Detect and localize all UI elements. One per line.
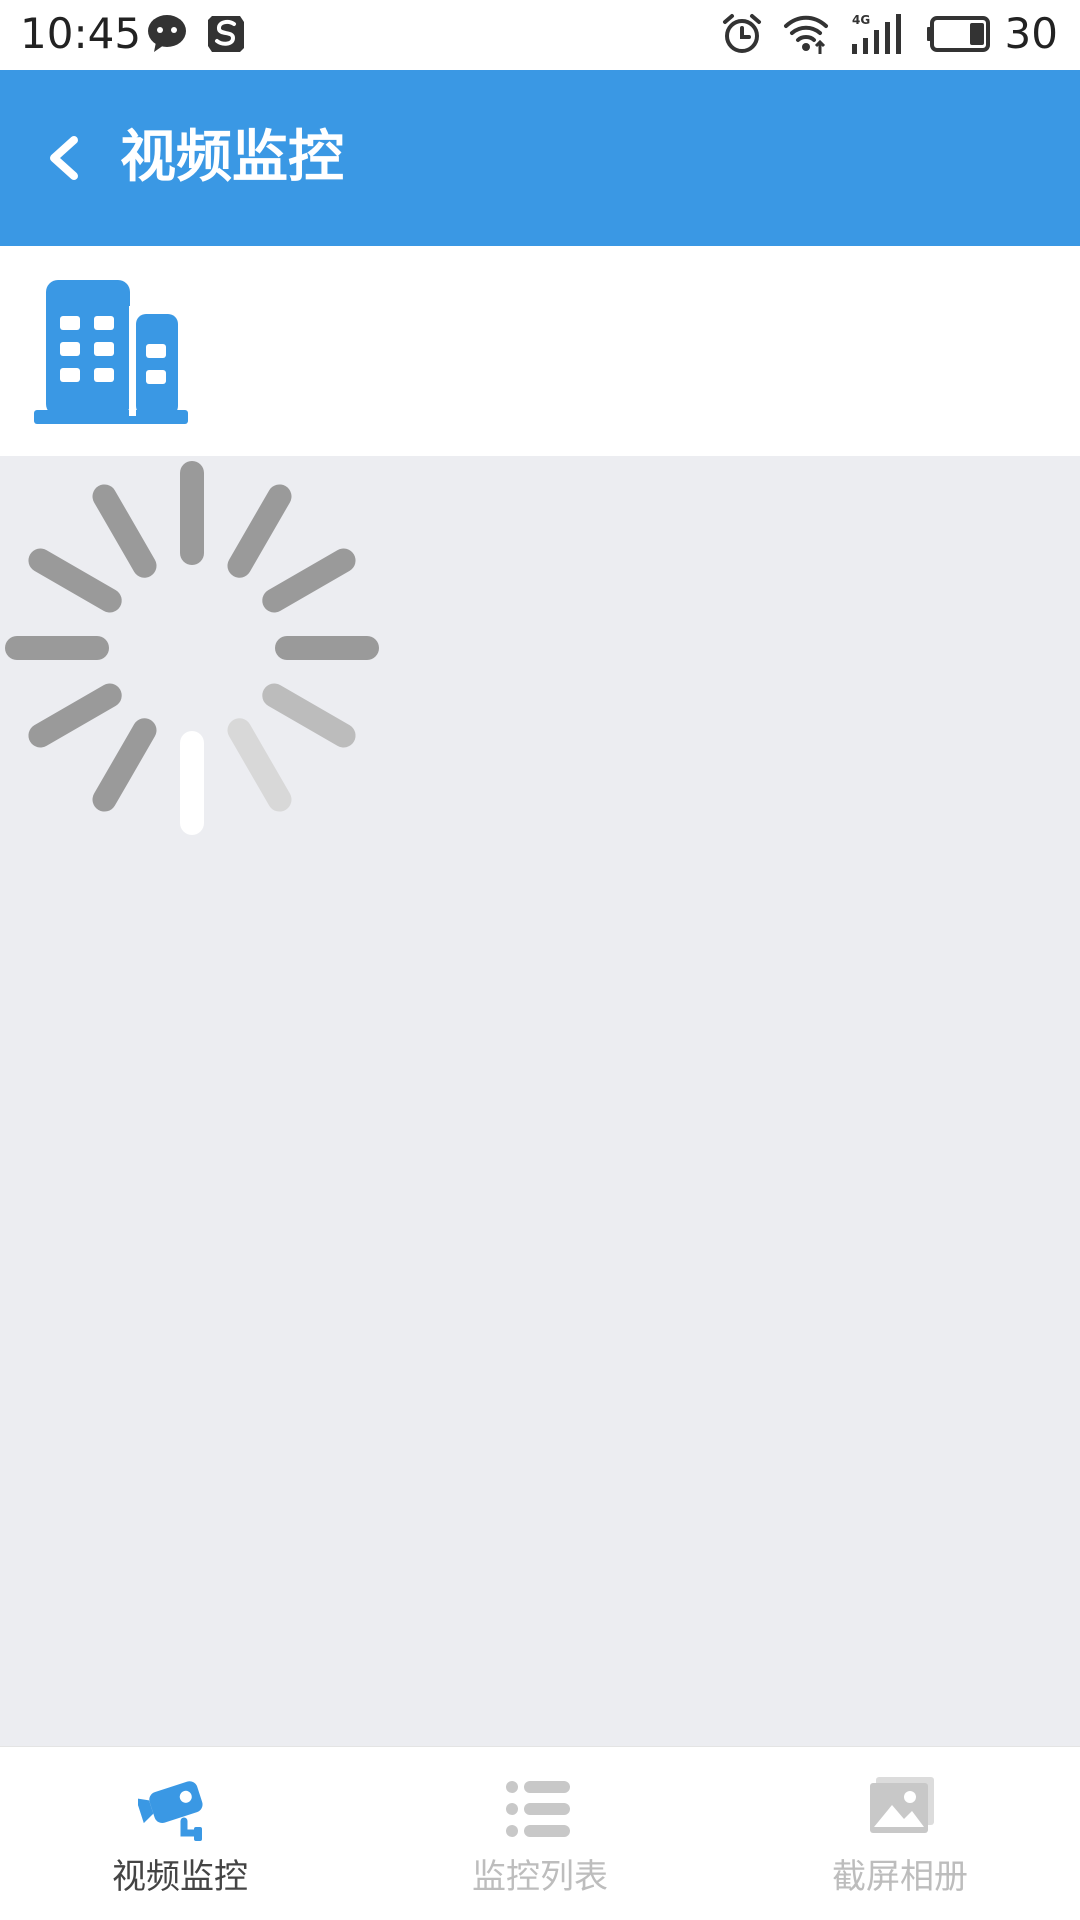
wifi-icon: [784, 15, 828, 54]
page-title: 视频监控: [120, 125, 344, 190]
tab-label: 截屏相册: [832, 1857, 968, 1897]
sogou-icon: [208, 16, 244, 52]
status-bar: 10:45 4G 30: [0, 0, 1080, 70]
loading-spinner-icon: [5, 461, 379, 835]
chevron-left-icon: [50, 136, 78, 180]
svg-text:4G: 4G: [852, 13, 870, 27]
app-bar: 视频监控: [0, 70, 1080, 246]
battery-percent: 30: [1004, 9, 1058, 58]
page: 10:45 4G 30 视频监控 视频监控 监控列表 截屏相册: [0, 0, 1080, 1920]
back-button[interactable]: [30, 118, 100, 198]
battery-icon: [927, 16, 990, 52]
tab-video-monitor[interactable]: 视频监控: [0, 1747, 360, 1920]
bottom-nav: 视频监控 监控列表 截屏相册: [0, 1746, 1080, 1920]
tab-label: 监控列表: [472, 1857, 608, 1897]
wechat-icon: [148, 15, 186, 52]
signal-4g-icon: 4G: [852, 13, 901, 54]
org-header: [0, 246, 1080, 456]
tab-monitor-list[interactable]: 监控列表: [360, 1747, 720, 1920]
video-content-area: [0, 456, 1080, 1746]
tab-screenshot-album[interactable]: 截屏相册: [720, 1747, 1080, 1920]
alarm-icon: [723, 14, 761, 53]
building-icon[interactable]: [34, 280, 188, 424]
camera-icon: [138, 1781, 203, 1841]
list-icon: [506, 1781, 570, 1837]
photo-album-icon: [870, 1777, 934, 1833]
status-time: 10:45: [20, 9, 142, 58]
tab-label: 视频监控: [112, 1857, 248, 1897]
